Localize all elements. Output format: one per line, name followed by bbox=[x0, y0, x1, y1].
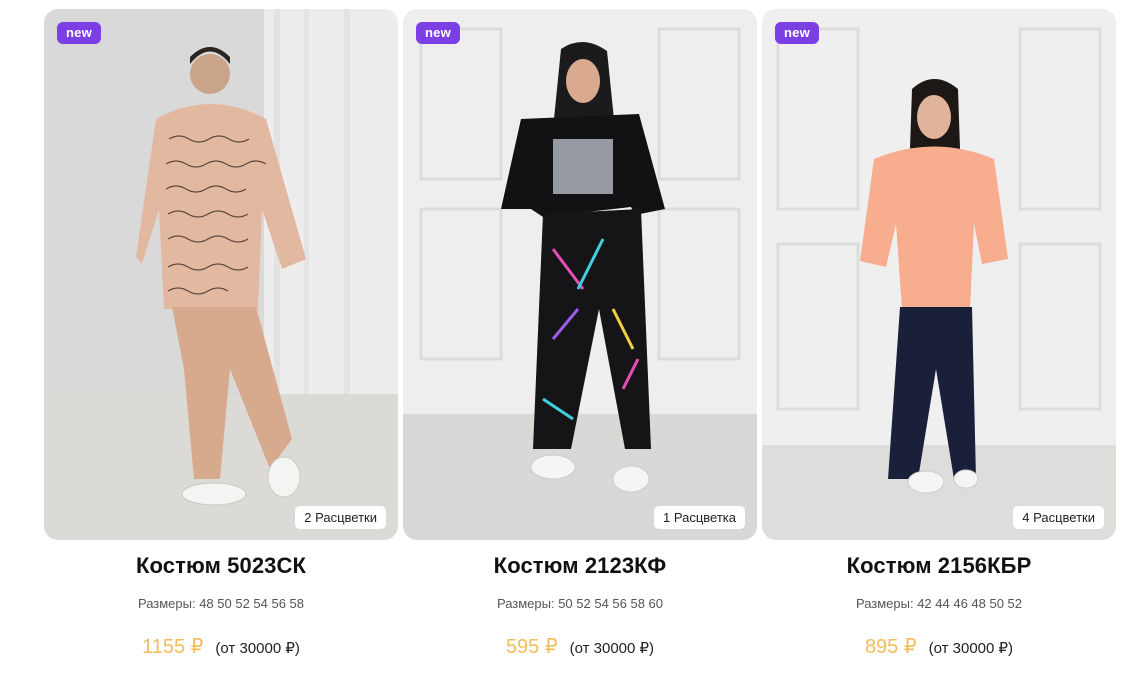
product-card[interactable]: new 4 Расцветки Костюм 2156КБР Размеры: … bbox=[762, 9, 1116, 659]
wholesale-price-note: (от 30000 ₽) bbox=[928, 640, 1014, 657]
new-badge: new bbox=[57, 22, 101, 44]
product-image[interactable]: new 1 Расцветка bbox=[403, 9, 757, 540]
product-sizes: Размеры: 50 52 54 56 58 60 bbox=[496, 596, 664, 611]
product-title[interactable]: Костюм 5023СК bbox=[136, 553, 306, 581]
product-title[interactable]: Костюм 2156КБР bbox=[847, 553, 1032, 581]
product-sizes: Размеры: 42 44 46 48 50 52 bbox=[855, 596, 1023, 611]
product-photo-illustration bbox=[44, 9, 398, 540]
product-grid: new 2 Расцветки Костюм 5023СК Размеры: 4… bbox=[44, 9, 1116, 659]
product-card[interactable]: new 1 Расцветка Костюм 2123КФ Размеры: 5… bbox=[403, 9, 757, 659]
product-image[interactable]: new 4 Расцветки bbox=[762, 9, 1116, 540]
product-price: 595 ₽ bbox=[505, 636, 558, 658]
new-badge: new bbox=[775, 22, 819, 44]
product-price: 895 ₽ bbox=[864, 636, 917, 658]
colors-count-badge: 2 Расцветки bbox=[295, 506, 386, 529]
product-title[interactable]: Костюм 2123КФ bbox=[494, 553, 667, 581]
wholesale-price-note: (от 30000 ₽) bbox=[215, 640, 300, 657]
price-row: 895 ₽ (от 30000 ₽) bbox=[865, 634, 1013, 659]
wholesale-price-note: (от 30000 ₽) bbox=[569, 640, 655, 657]
price-row: 1155 ₽ (от 30000 ₽) bbox=[142, 634, 300, 659]
product-sizes: Размеры: 48 50 52 54 56 58 bbox=[137, 596, 305, 611]
new-badge: new bbox=[416, 22, 460, 44]
colors-count-badge: 4 Расцветки bbox=[1013, 506, 1104, 529]
product-photo-illustration bbox=[762, 9, 1116, 540]
product-card[interactable]: new 2 Расцветки Костюм 5023СК Размеры: 4… bbox=[44, 9, 398, 659]
product-price: 1155 ₽ bbox=[142, 636, 204, 658]
product-photo-illustration bbox=[403, 9, 757, 540]
price-row: 595 ₽ (от 30000 ₽) bbox=[506, 634, 654, 659]
product-image[interactable]: new 2 Расцветки bbox=[44, 9, 398, 540]
colors-count-badge: 1 Расцветка bbox=[654, 506, 745, 529]
